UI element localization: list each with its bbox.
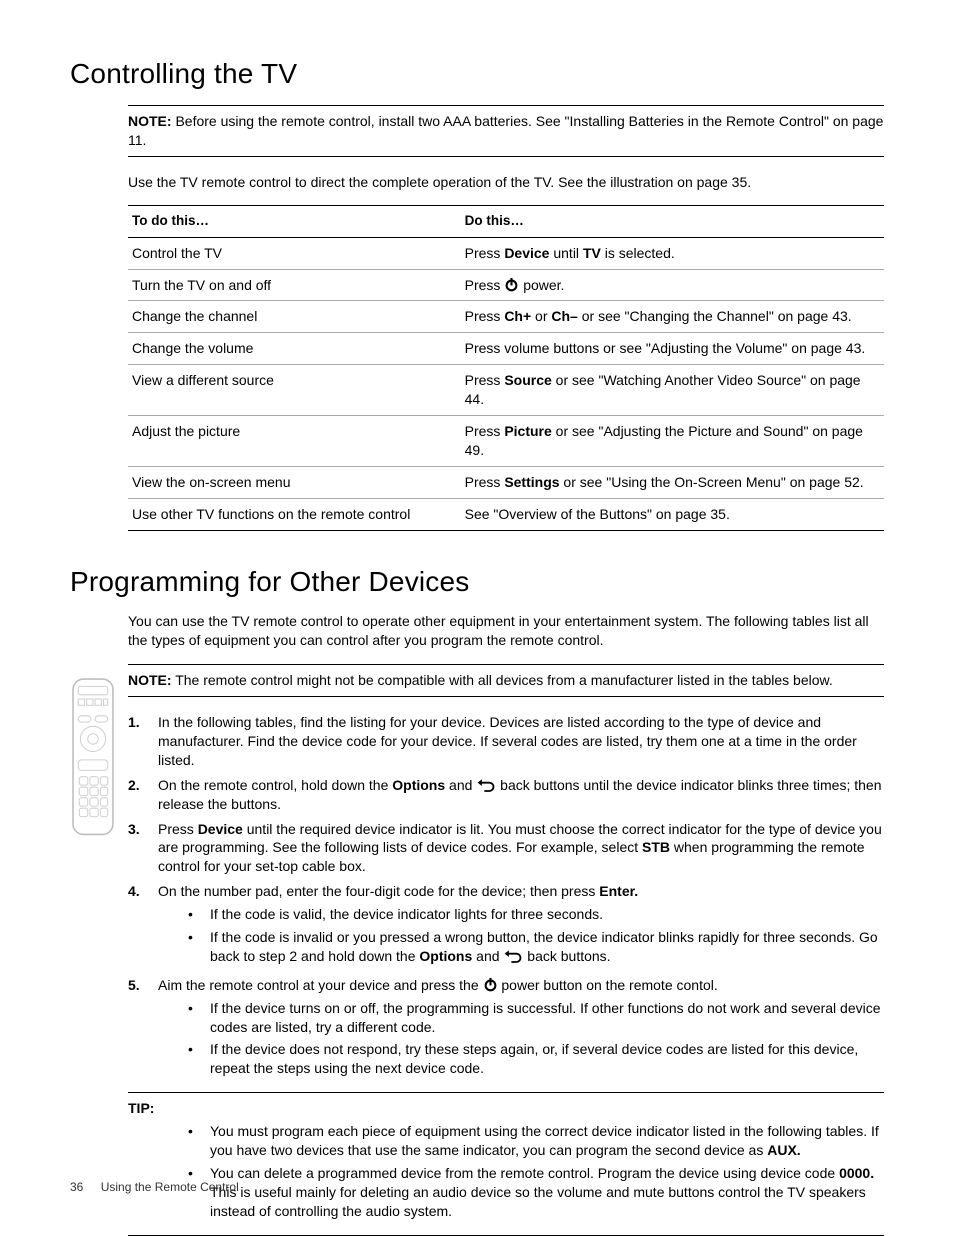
table-cell-dothis: Press Picture or see "Adjusting the Pict…: [461, 416, 884, 467]
table-cell-dothis: Press Ch+ or Ch– or see "Changing the Ch…: [461, 301, 884, 333]
step-body: On the remote control, hold down the Opt…: [158, 776, 884, 814]
page-number: 36: [70, 1180, 83, 1194]
table-cell-todo: Change the channel: [128, 301, 461, 333]
sub-bullet-list: If the device turns on or off, the progr…: [188, 999, 884, 1079]
power-icon: [483, 977, 498, 992]
table-row: Change the channelPress Ch+ or Ch– or se…: [128, 301, 884, 333]
section-title-controlling: Controlling the TV: [70, 55, 884, 93]
table-cell-todo: Change the volume: [128, 333, 461, 365]
table-row: Change the volumePress volume buttons or…: [128, 333, 884, 365]
note-label: NOTE:: [128, 672, 172, 688]
bullet-item: If the device does not respond, try thes…: [188, 1040, 884, 1078]
table-cell-dothis: Press power.: [461, 269, 884, 301]
table-cell-todo: Use other TV functions on the remote con…: [128, 498, 461, 530]
table-header-todo: To do this…: [128, 206, 461, 237]
tip-list: You must program each piece of equipment…: [188, 1122, 884, 1220]
programming-intro: You can use the TV remote control to ope…: [128, 612, 884, 650]
step-number: 2.: [128, 776, 158, 814]
table-header-dothis: Do this…: [461, 206, 884, 237]
bullet-item: If the code is invalid or you pressed a …: [188, 928, 884, 966]
tip-item: You must program each piece of equipment…: [188, 1122, 884, 1160]
note-block: NOTE: Before using the remote control, i…: [128, 105, 884, 157]
page-footer: 36 Using the Remote Control: [70, 1179, 239, 1195]
section1-body: NOTE: Before using the remote control, i…: [128, 105, 884, 531]
table-row: Use other TV functions on the remote con…: [128, 498, 884, 530]
table-row: View a different sourcePress Source or s…: [128, 365, 884, 416]
intro-paragraph: Use the TV remote control to direct the …: [128, 173, 884, 192]
step-body: Aim the remote control at your device an…: [158, 976, 884, 1082]
step-number: 1.: [128, 713, 158, 770]
note-text: The remote control might not be compatib…: [175, 672, 833, 688]
step-body: In the following tables, find the listin…: [158, 713, 884, 770]
table-cell-todo: Adjust the picture: [128, 416, 461, 467]
footer-title: Using the Remote Control: [101, 1180, 239, 1194]
bullet-item: If the code is valid, the device indicat…: [188, 905, 884, 924]
section2-body: You can use the TV remote control to ope…: [128, 612, 884, 1235]
page: Controlling the TV NOTE: Before using th…: [0, 0, 954, 1235]
note-label: NOTE:: [128, 113, 172, 129]
step-body: Press Device until the required device i…: [158, 820, 884, 877]
table-cell-dothis: See "Overview of the Buttons" on page 35…: [461, 498, 884, 530]
table-cell-todo: Control the TV: [128, 237, 461, 269]
tip-label: TIP:: [128, 1099, 884, 1118]
table-cell-todo: Turn the TV on and off: [128, 269, 461, 301]
step-item: 2.On the remote control, hold down the O…: [128, 776, 884, 814]
tip-block: TIP: You must program each piece of equi…: [128, 1092, 884, 1235]
step-item: 3.Press Device until the required device…: [128, 820, 884, 877]
bullet-item: If the device turns on or off, the progr…: [188, 999, 884, 1037]
step-number: 3.: [128, 820, 158, 877]
table-cell-todo: View a different source: [128, 365, 461, 416]
table-cell-todo: View the on-screen menu: [128, 466, 461, 498]
power-icon: [504, 277, 519, 292]
section-title-programming: Programming for Other Devices: [70, 563, 884, 601]
table-cell-dothis: Press Source or see "Watching Another Vi…: [461, 365, 884, 416]
note-block-2: NOTE: The remote control might not be co…: [128, 664, 884, 697]
table-row: View the on-screen menuPress Settings or…: [128, 466, 884, 498]
back-icon: [476, 779, 496, 793]
steps-list: 1.In the following tables, find the list…: [128, 713, 884, 1082]
step-item: 4.On the number pad, enter the four-digi…: [128, 882, 884, 970]
sub-bullet-list: If the code is valid, the device indicat…: [188, 905, 884, 966]
step-item: 5.Aim the remote control at your device …: [128, 976, 884, 1082]
remote-control-icon: [72, 678, 114, 836]
table-row: Turn the TV on and offPress power.: [128, 269, 884, 301]
table-cell-dothis: Press volume buttons or see "Adjusting t…: [461, 333, 884, 365]
table-cell-dothis: Press Settings or see "Using the On-Scre…: [461, 466, 884, 498]
table-cell-dothis: Press Device until TV is selected.: [461, 237, 884, 269]
step-number: 5.: [128, 976, 158, 1082]
note-text: Before using the remote control, install…: [128, 113, 883, 148]
step-body: On the number pad, enter the four-digit …: [158, 882, 884, 970]
table-row: Control the TVPress Device until TV is s…: [128, 237, 884, 269]
table-row: Adjust the picturePress Picture or see "…: [128, 416, 884, 467]
step-item: 1.In the following tables, find the list…: [128, 713, 884, 770]
tip-item: You can delete a programmed device from …: [188, 1164, 884, 1221]
step-number: 4.: [128, 882, 158, 970]
tv-functions-table: To do this… Do this… Control the TVPress…: [128, 205, 884, 530]
back-icon: [503, 950, 523, 964]
